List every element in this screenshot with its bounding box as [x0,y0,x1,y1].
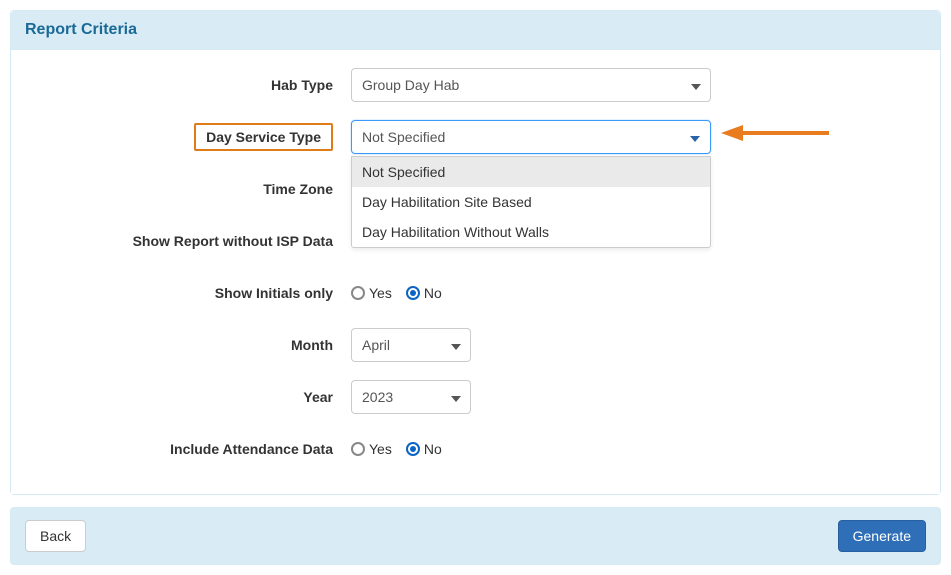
row-hab-type: Hab Type Group Day Hab [31,68,920,102]
panel-body: Hab Type Group Day Hab Day Service Type … [11,50,940,494]
year-select-wrap: 2023 [351,380,471,414]
include-attendance-no[interactable]: No [406,441,442,457]
day-service-type-select[interactable]: Not Specified [351,120,711,154]
dropdown-option-site-based[interactable]: Day Habilitation Site Based [352,187,710,217]
radio-label-no: No [424,285,442,301]
month-select-wrap: April [351,328,471,362]
panel-title: Report Criteria [11,11,940,50]
include-attendance-yes[interactable]: Yes [351,441,392,457]
radio-icon [351,442,365,456]
hab-type-select-wrap: Group Day Hab [351,68,711,102]
label-include-attendance: Include Attendance Data [31,441,351,457]
label-month: Month [31,337,351,353]
hab-type-select[interactable]: Group Day Hab [351,68,711,102]
dropdown-option-without-walls[interactable]: Day Habilitation Without Walls [352,217,710,247]
report-criteria-panel: Report Criteria Hab Type Group Day Hab D… [10,10,941,495]
month-select[interactable]: April [351,328,471,362]
day-service-type-select-wrap: Not Specified Not Specified Day Habilita… [351,120,711,154]
footer-bar: Back Generate [10,507,941,565]
show-initials-radio-group: Yes No [351,285,442,301]
chevron-down-icon [690,129,700,145]
label-hab-type: Hab Type [31,77,351,93]
row-show-initials: Show Initials only Yes No [31,276,920,310]
label-day-service-type: Day Service Type [194,123,333,151]
label-show-without-isp: Show Report without ISP Data [31,233,351,249]
row-include-attendance: Include Attendance Data Yes No [31,432,920,466]
label-year: Year [31,389,351,405]
radio-label-no: No [424,441,442,457]
row-year: Year 2023 [31,380,920,414]
row-month: Month April [31,328,920,362]
label-show-initials: Show Initials only [31,285,351,301]
show-initials-no[interactable]: No [406,285,442,301]
row-day-service-type: Day Service Type Not Specified Not Speci… [31,120,920,154]
label-time-zone: Time Zone [31,181,351,197]
day-service-type-value: Not Specified [362,129,445,145]
include-attendance-radio-group: Yes No [351,441,442,457]
day-service-type-dropdown: Not Specified Day Habilitation Site Base… [351,156,711,248]
radio-label-yes: Yes [369,441,392,457]
radio-icon [406,442,420,456]
dropdown-option-not-specified[interactable]: Not Specified [352,157,710,187]
radio-icon [351,286,365,300]
back-button[interactable]: Back [25,520,86,552]
radio-label-yes: Yes [369,285,392,301]
label-wrap-day-service-type: Day Service Type [31,123,351,151]
year-select[interactable]: 2023 [351,380,471,414]
radio-icon [406,286,420,300]
show-initials-yes[interactable]: Yes [351,285,392,301]
generate-button[interactable]: Generate [838,520,926,552]
